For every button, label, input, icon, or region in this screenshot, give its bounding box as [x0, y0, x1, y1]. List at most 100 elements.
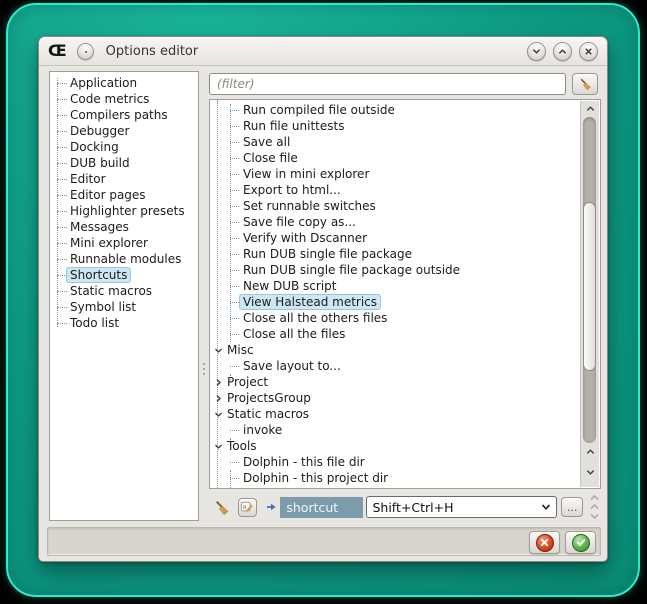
tree-item-label: Run compiled file outside: [243, 103, 395, 117]
shortcut-tree[interactable]: Run compiled file outsideRun file unitte…: [209, 99, 601, 489]
sidebar-item-code-metrics[interactable]: Code metrics: [50, 91, 198, 107]
scrollbar-track[interactable]: [583, 117, 596, 443]
titlebar[interactable]: Œ Options editor: [39, 37, 607, 66]
more-options-button[interactable]: ...: [561, 497, 583, 517]
sidebar-item-mini-explorer[interactable]: Mini explorer: [50, 235, 198, 251]
tree-connector: [230, 478, 239, 479]
sidebar-item-editor-pages[interactable]: Editor pages: [50, 187, 198, 203]
tree-connector: [57, 211, 67, 212]
broom-icon: [578, 77, 593, 91]
sidebar-item-application[interactable]: Application: [50, 75, 198, 91]
collapse-toggle[interactable]: [213, 409, 223, 419]
collapse-toggle[interactable]: [213, 441, 223, 451]
tree-item[interactable]: Close file: [210, 150, 600, 166]
tree-item[interactable]: New DUB script: [210, 278, 600, 294]
filter-input[interactable]: [209, 73, 566, 95]
tree-connector: [57, 307, 67, 308]
shortcut-value-combobox[interactable]: Shift+Ctrl+H: [366, 496, 557, 518]
expand-toggle[interactable]: [213, 393, 223, 403]
tree-item[interactable]: Run DUB single file package: [210, 246, 600, 262]
panel-splitter[interactable]: [199, 71, 209, 521]
tree-connector: [230, 238, 239, 239]
close-x-icon: [584, 47, 593, 56]
close-button[interactable]: [579, 42, 598, 61]
chevron-up-icon: [589, 494, 600, 502]
status-bar: [47, 527, 601, 556]
sidebar-item-editor[interactable]: Editor: [50, 171, 198, 187]
tree-item[interactable]: Close all the files: [210, 326, 600, 342]
property-name-cell[interactable]: shortcut: [280, 497, 363, 518]
tree-item[interactable]: ProjectsGroup: [210, 390, 600, 406]
chevron-down-icon: [589, 512, 600, 520]
maximize-button[interactable]: [553, 42, 572, 61]
tree-item[interactable]: Misc: [210, 342, 600, 358]
sidebar-item-docking[interactable]: Docking: [50, 139, 198, 155]
tree-item[interactable]: Set runnable switches: [210, 198, 600, 214]
tree-item[interactable]: Export to html...: [210, 182, 600, 198]
scroll-up-button[interactable]: [581, 445, 599, 459]
window-menu-button[interactable]: [77, 43, 94, 60]
tree-item[interactable]: View in mini explorer: [210, 166, 600, 182]
tree-item[interactable]: Dolphin - this project dir: [210, 470, 600, 486]
tree-item[interactable]: Dolphin - this file dir: [210, 454, 600, 470]
sidebar-item-runnable-modules[interactable]: Runnable modules: [50, 251, 198, 267]
tree-connector: [230, 206, 239, 207]
expand-toggle[interactable]: [213, 377, 223, 387]
chevron-up-icon: [589, 503, 600, 511]
tree-item[interactable]: Close all the others files: [210, 310, 600, 326]
sidebar-item-shortcuts[interactable]: Shortcuts: [50, 267, 198, 283]
chevron-down-icon: [214, 410, 223, 419]
broom-icon: [213, 499, 231, 516]
tree-item[interactable]: Save layout to...: [210, 358, 600, 374]
sidebar-item-debugger[interactable]: Debugger: [50, 123, 198, 139]
sidebar-item-label: DUB build: [70, 156, 130, 170]
sidebar-item-highlighter-presets[interactable]: Highlighter presets: [50, 203, 198, 219]
tree-scrollbar[interactable]: [580, 101, 599, 487]
clear-filter-button[interactable]: [572, 73, 598, 95]
clean-shortcut-button[interactable]: [211, 497, 233, 517]
tree-item-label: Verify with Dscanner: [243, 231, 367, 245]
tree-item-label: Dolphin - this project dir: [243, 471, 388, 485]
sidebar-item-symbol-list[interactable]: Symbol list: [50, 299, 198, 315]
tree-item[interactable]: Run file unittests: [210, 118, 600, 134]
minimize-button[interactable]: [527, 42, 546, 61]
sidebar-item-messages[interactable]: Messages: [50, 219, 198, 235]
tree-item[interactable]: Project: [210, 374, 600, 390]
rename-button[interactable]: a: [238, 498, 257, 517]
category-list[interactable]: ApplicationCode metricsCompilers pathsDe…: [49, 71, 199, 521]
sidebar-item-label: Todo list: [70, 316, 119, 330]
tree-item[interactable]: Run compiled file outside: [210, 102, 600, 118]
sidebar-item-compilers-paths[interactable]: Compilers paths: [50, 107, 198, 123]
sidebar-item-static-macros[interactable]: Static macros: [50, 283, 198, 299]
tree-connector: [230, 110, 239, 111]
tree-connector: [230, 222, 239, 223]
scrollbar-thumb[interactable]: [583, 202, 596, 372]
tree-item-label: Save layout to...: [243, 359, 341, 373]
scroll-down-button[interactable]: [581, 465, 599, 479]
chevron-down-icon: [214, 442, 223, 451]
tree-connector: [230, 302, 239, 303]
tree-connector: [230, 286, 239, 287]
tree-item-label: Close file: [243, 151, 298, 165]
tree-item-label: Dolphin - this file dir: [243, 455, 365, 469]
tree-item[interactable]: Tools: [210, 438, 600, 454]
tree-item[interactable]: Verify with Dscanner: [210, 230, 600, 246]
sidebar-item-todo-list[interactable]: Todo list: [50, 315, 198, 331]
accept-button[interactable]: [565, 531, 596, 554]
tree-item[interactable]: View Halstead metrics: [210, 294, 600, 310]
chevron-right-icon: [214, 394, 223, 403]
cancel-button[interactable]: [529, 531, 560, 554]
scroll-up-button[interactable]: [581, 102, 599, 116]
tree-item[interactable]: invoke: [210, 422, 600, 438]
sidebar-item-dub-build[interactable]: DUB build: [50, 155, 198, 171]
arrow-right-icon: [266, 502, 277, 512]
tree-item[interactable]: Run DUB single file package outside: [210, 262, 600, 278]
chevron-down-icon: [586, 468, 595, 476]
tree-connector: [57, 179, 67, 180]
property-grid-scroll[interactable]: [587, 494, 601, 520]
tree-item[interactable]: Save file copy as...: [210, 214, 600, 230]
tree-connector: [230, 430, 239, 431]
collapse-toggle[interactable]: [213, 345, 223, 355]
tree-item[interactable]: Save all: [210, 134, 600, 150]
tree-item[interactable]: Static macros: [210, 406, 600, 422]
